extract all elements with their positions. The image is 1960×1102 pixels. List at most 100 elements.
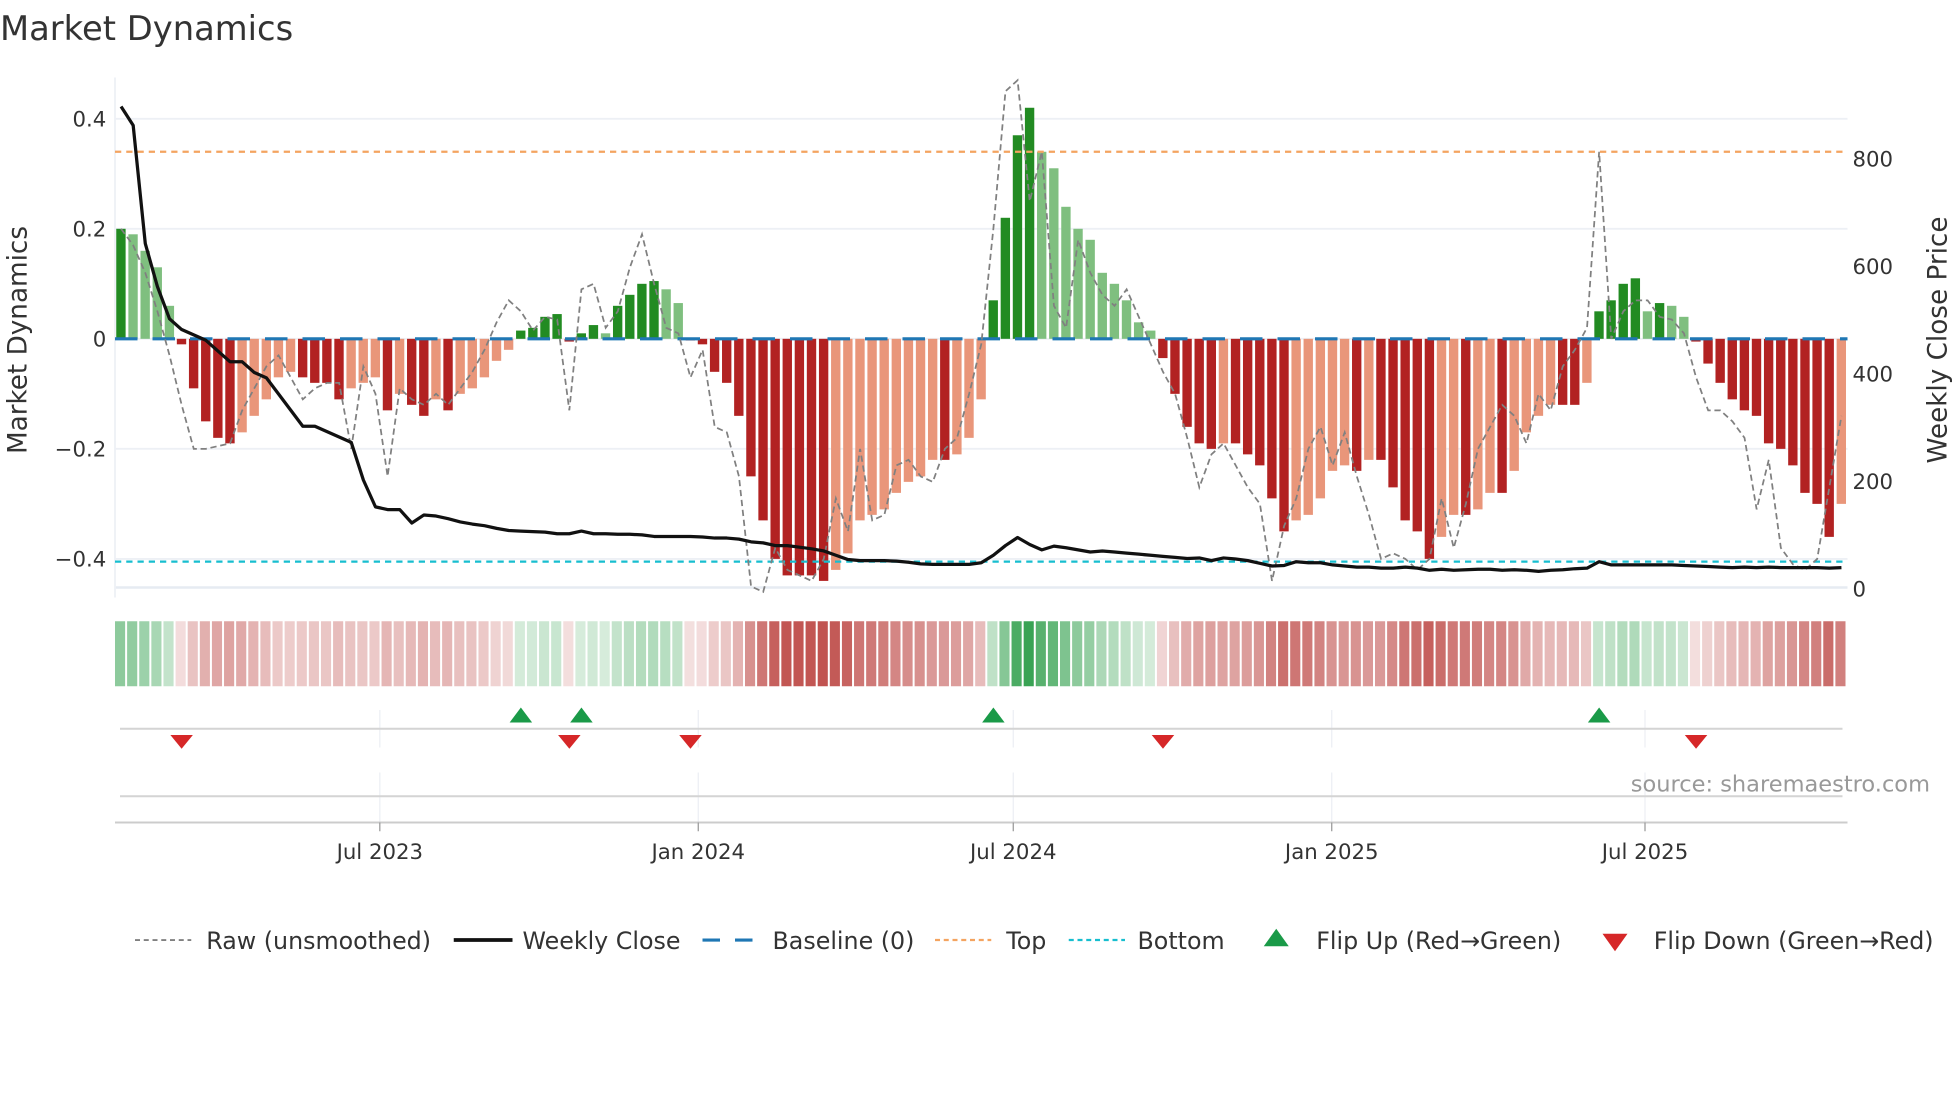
bar <box>1436 338 1447 537</box>
bar <box>1303 338 1313 515</box>
heatmap-cell <box>611 621 622 687</box>
right-axis-label: Weekly Close Price <box>1923 217 1953 464</box>
heatmap-cell <box>1217 621 1228 687</box>
source-credit: source: sharemaestro.com <box>1631 771 1930 797</box>
bar <box>843 338 853 554</box>
heatmap-cell <box>829 621 840 687</box>
bar <box>1097 272 1107 339</box>
bar <box>1776 338 1786 449</box>
bar <box>455 338 465 394</box>
bar <box>491 338 502 361</box>
bar <box>1448 338 1459 515</box>
bar <box>310 338 320 383</box>
heatmap-cell <box>902 621 913 687</box>
legend-label: Flip Down (Green→Red) <box>1654 927 1934 955</box>
heatmap-cell <box>478 621 489 687</box>
heatmap-cell <box>284 621 295 687</box>
heatmap-cell <box>1532 621 1543 687</box>
heatmap-cell <box>1435 621 1446 687</box>
bar <box>867 338 877 515</box>
heatmap-cell <box>1617 621 1628 687</box>
bar <box>1024 107 1035 339</box>
bar <box>1364 338 1374 460</box>
legend-label: Bottom <box>1138 927 1225 955</box>
bar <box>1242 338 1253 455</box>
bar <box>927 338 938 460</box>
heatmap-cell <box>926 621 937 687</box>
flip-down-marker <box>1684 735 1708 749</box>
heatmap-cell <box>1496 621 1507 687</box>
heatmap-cell <box>1229 621 1240 687</box>
bar <box>1545 338 1556 405</box>
heatmap-cell <box>345 621 356 687</box>
heatmap-cell <box>648 621 659 687</box>
bar <box>1061 206 1071 339</box>
bar <box>1182 338 1192 427</box>
heatmap-cell <box>1835 621 1846 687</box>
bar <box>1388 338 1398 488</box>
bar <box>1206 338 1216 449</box>
bar <box>1400 338 1410 521</box>
legend-label: Weekly Close <box>523 927 681 955</box>
bar <box>831 338 841 570</box>
bar <box>709 338 720 372</box>
heatmap-cell <box>1253 621 1264 687</box>
heatmap-cell <box>454 621 465 687</box>
heatmap-cell <box>1096 621 1107 687</box>
bar <box>285 338 296 372</box>
bar <box>1703 338 1713 364</box>
heatmap-cell <box>1108 621 1119 687</box>
heatmap-cell <box>1726 621 1737 687</box>
bar <box>1630 278 1641 339</box>
heatmap-cell <box>442 621 453 687</box>
heatmap-cell <box>950 621 962 687</box>
bar <box>176 338 187 345</box>
heatmap-cell <box>890 621 901 687</box>
right-tick-label: 400 <box>1853 362 1894 387</box>
heatmap-cell <box>187 621 198 687</box>
flip-down-marker <box>1151 735 1175 749</box>
bar <box>855 338 865 521</box>
heatmap-cell <box>1508 621 1519 687</box>
bar <box>1279 338 1289 532</box>
heatmap-cell <box>660 621 671 687</box>
bar <box>552 314 562 339</box>
heatmap-cell <box>1035 621 1046 687</box>
bar <box>1267 338 1277 499</box>
bar <box>467 338 477 389</box>
heatmap-cell <box>417 621 428 687</box>
heatmap-cell <box>1471 621 1483 687</box>
heatmap-cell <box>1193 621 1204 687</box>
heatmap-cell <box>878 621 889 687</box>
heatmap-cell <box>975 621 986 687</box>
bar <box>746 338 756 477</box>
legend: Raw (unsmoothed) Weekly Close Baseline (0)… <box>135 927 1934 955</box>
bar <box>1594 311 1604 339</box>
bar <box>1218 338 1229 444</box>
heatmap-cell <box>1362 621 1373 687</box>
legend-label: Raw (unsmoothed) <box>206 927 431 955</box>
bar <box>1485 338 1495 493</box>
bar <box>431 338 441 400</box>
bar <box>1170 338 1180 394</box>
heatmap-cell <box>1786 621 1798 687</box>
bar <box>1412 338 1422 532</box>
heatmap-cell <box>938 621 949 687</box>
left-tick-label: 0 <box>93 327 107 352</box>
momentum-heatmap-strip <box>115 621 1846 687</box>
heatmap-cell <box>1411 621 1422 687</box>
bar <box>1424 338 1435 559</box>
heatmap-cell <box>623 621 634 687</box>
bar <box>1642 311 1653 339</box>
right-tick-label: 0 <box>1853 577 1867 602</box>
bar <box>201 338 211 422</box>
heatmap-cell <box>1484 621 1495 687</box>
heatmap-cell <box>696 621 707 687</box>
heatmap-cell <box>575 621 586 687</box>
bar <box>1521 338 1531 433</box>
bar <box>1751 338 1762 416</box>
bar <box>1582 338 1592 383</box>
heatmap-cell <box>1605 621 1616 687</box>
bar <box>322 338 332 383</box>
heatmap-cell <box>805 621 816 687</box>
